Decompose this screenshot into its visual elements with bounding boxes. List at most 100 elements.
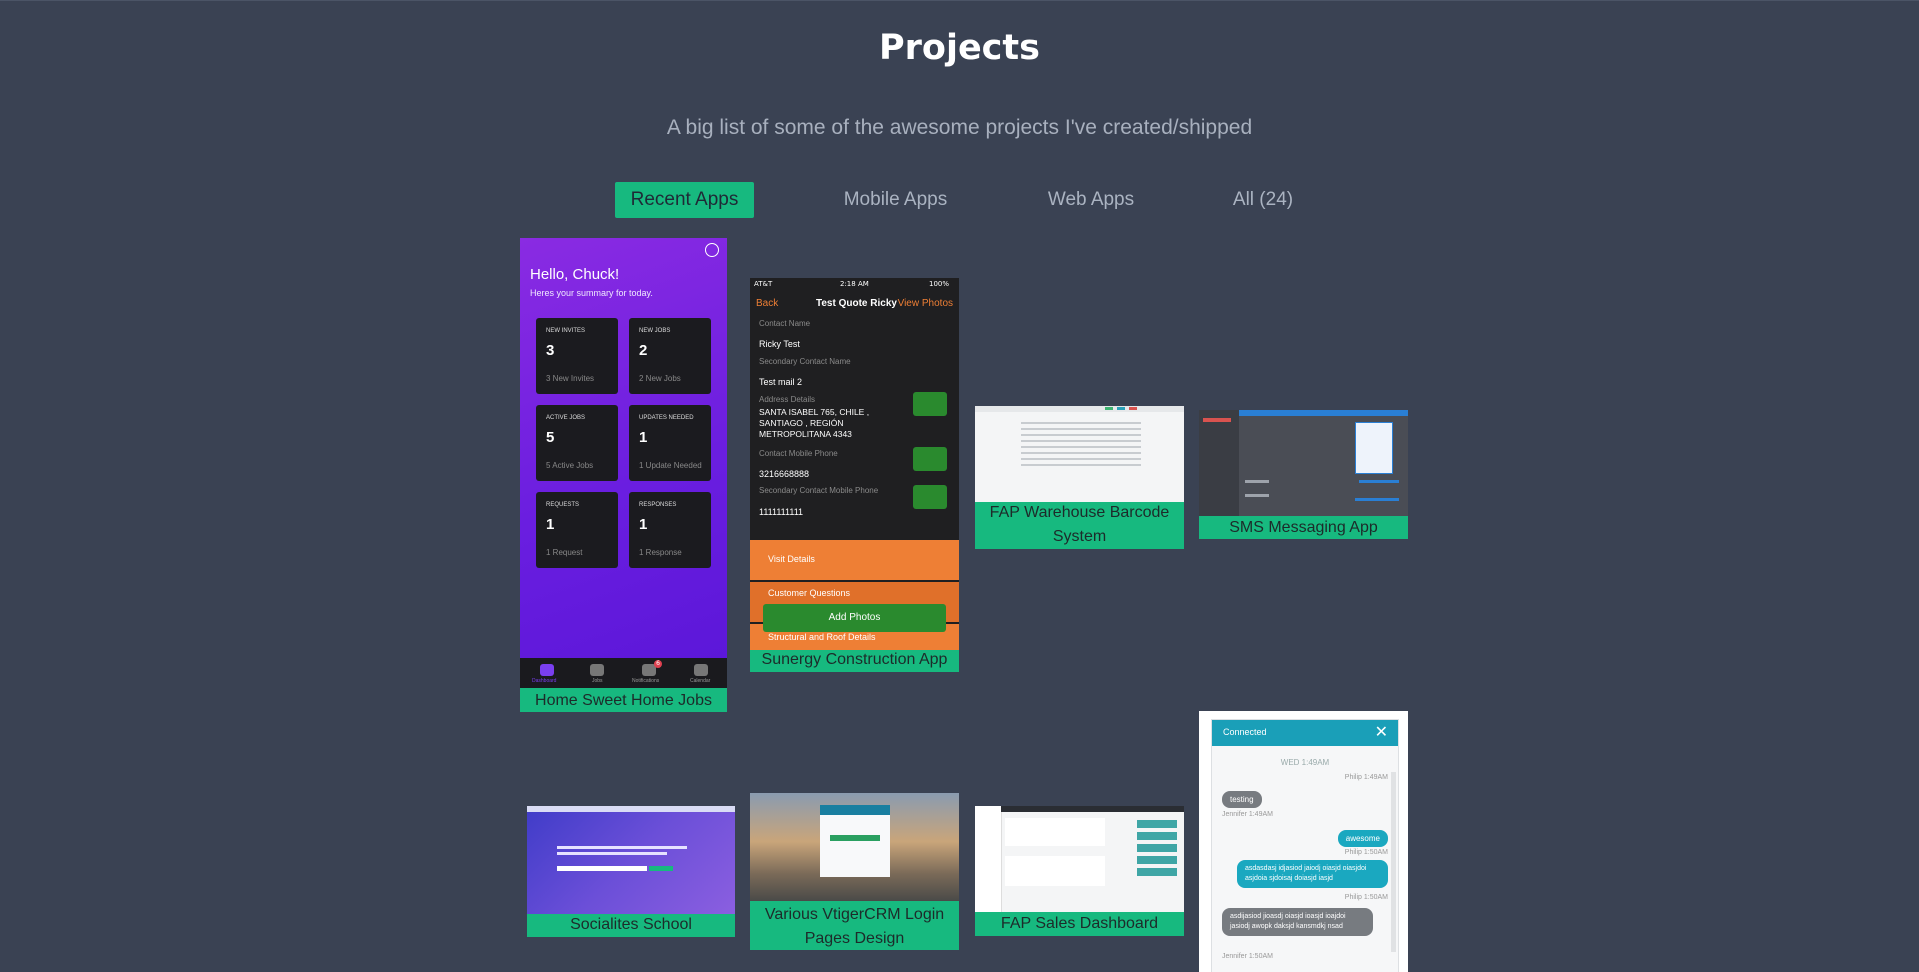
- page-subtitle: A big list of some of the awesome projec…: [666, 116, 1253, 139]
- tile-new-jobs: NEW JOBS 2 2 New Jobs: [629, 318, 711, 394]
- back-link: Back: [756, 298, 779, 309]
- project-card-chat-widget[interactable]: Connected ✕ WED 1:49AM Philip 1:49AM tes…: [1199, 711, 1408, 972]
- chat-day: WED 1:49AM: [1280, 758, 1330, 767]
- view-photos-link: View Photos: [897, 298, 953, 309]
- row-label: Customer Questions: [768, 588, 851, 598]
- project-card-sms-messaging[interactable]: SMS Messaging App: [1199, 410, 1408, 539]
- profile-icon: [705, 243, 719, 257]
- field-label: Secondary Contact Name: [759, 357, 851, 366]
- stat-box: [1137, 856, 1177, 864]
- tile-sub: 1 Request: [546, 548, 583, 557]
- project-screenshot: [975, 406, 1184, 502]
- tile-requests: REQUESTS 1 1 Request: [536, 492, 618, 568]
- message-meta: Jennifer 1:49AM: [1222, 811, 1273, 818]
- message-meta: Philip 1:49AM: [1344, 774, 1388, 781]
- tab-label-dashboard: Dashboard: [532, 678, 557, 684]
- sidebar: [1199, 410, 1239, 516]
- clock: 2:18 AM: [840, 280, 869, 288]
- tile-new-invites: NEW INVITES 3 3 New Invites: [536, 318, 618, 394]
- tile-count: 1: [639, 516, 648, 533]
- tile-title: NEW INVITES: [546, 328, 586, 334]
- project-title: FAP Warehouse Barcode System: [989, 504, 1170, 545]
- project-screenshot: Connected ✕ WED 1:49AM Philip 1:49AM tes…: [1199, 711, 1408, 972]
- jobs-icon: [590, 664, 604, 676]
- project-screenshot: Hello, Chuck! Heres your summary for tod…: [520, 238, 727, 688]
- call-button: [913, 447, 947, 471]
- stat-box: [1137, 820, 1177, 828]
- signup-input: [557, 866, 647, 871]
- row-label: Visit Details: [768, 554, 815, 564]
- table-row: [1021, 464, 1141, 466]
- chat-status: Connected: [1223, 727, 1267, 737]
- message-bubble: awesome: [1337, 830, 1388, 847]
- row-visit-details: Visit Details: [750, 540, 959, 580]
- sales-chart: [1005, 818, 1105, 846]
- navigate-button: [913, 392, 947, 416]
- carrier: AT&T: [754, 280, 773, 288]
- field-label: Secondary Contact Mobile Phone: [759, 486, 879, 495]
- filter-tabs: Recent Apps Mobile Apps Web Apps All (24…: [0, 182, 1919, 218]
- table-row: [1021, 452, 1141, 454]
- tile-sub: 1 Update Needed: [639, 461, 702, 470]
- table-row: [1021, 434, 1141, 436]
- project-card-vtiger[interactable]: Various VtigerCRM Login Pages Design: [750, 793, 959, 950]
- tile-title: RESPONSES: [639, 502, 677, 508]
- login-button: [830, 835, 880, 841]
- hero-text: [557, 852, 667, 855]
- tab-all[interactable]: All (24): [1222, 182, 1304, 218]
- tab-web-apps[interactable]: Web Apps: [1030, 182, 1152, 218]
- message-bubble: [1245, 480, 1269, 483]
- message-bubble: testing: [1222, 791, 1262, 808]
- message-bubble: [1245, 494, 1269, 497]
- tab-mobile-apps[interactable]: Mobile Apps: [828, 182, 963, 218]
- scrollbar: [1391, 772, 1396, 952]
- project-card-socialites[interactable]: Socialites School: [527, 806, 735, 937]
- tile-responses: RESPONSES 1 1 Response: [629, 492, 711, 568]
- signup-button: [649, 866, 673, 871]
- tile-title: NEW JOBS: [639, 328, 671, 334]
- field-value: 3216668888: [759, 469, 810, 479]
- hero-text: [557, 846, 687, 849]
- row-label: Structural and Roof Details: [768, 632, 876, 642]
- app-header: [975, 406, 1184, 412]
- tab-recent-apps[interactable]: Recent Apps: [615, 182, 754, 218]
- page-title: Projects: [878, 28, 1040, 68]
- stat-box: [1137, 868, 1177, 876]
- message-bubble: [1359, 480, 1399, 483]
- tile-count: 5: [546, 429, 555, 446]
- popup-window: [1355, 422, 1393, 474]
- table-row: [1021, 422, 1141, 424]
- site-nav: [527, 806, 735, 812]
- tile-sub: 2 New Jobs: [639, 374, 681, 383]
- message-bubble: asdasdasj idjasiod jaiodj oiasjd oiasjdo…: [1237, 860, 1388, 888]
- field-value: Ricky Test: [759, 339, 800, 349]
- project-title: Sunergy Construction App: [761, 651, 948, 668]
- tile-title: UPDATES NEEDED: [639, 415, 694, 421]
- project-card-sunergy[interactable]: AT&T 2:18 AM 100% Back Test Quote Ricky …: [750, 278, 959, 672]
- message-bubble: [1355, 498, 1399, 501]
- message-meta: Philip 1:50AM: [1344, 894, 1388, 901]
- tab-label-notifications: Notifications: [632, 678, 660, 684]
- tile-sub: 1 Response: [639, 548, 682, 557]
- project-title: Various VtigerCRM Login Pages Design: [764, 906, 945, 947]
- header-button: [1105, 407, 1113, 410]
- greeting: Hello, Chuck!: [530, 266, 620, 283]
- tile-sub: 3 New Invites: [546, 374, 595, 383]
- tile-count: 1: [546, 516, 555, 533]
- nav-title: Test Quote Ricky: [816, 298, 897, 309]
- project-screenshot: [975, 806, 1184, 912]
- tile-count: 2: [639, 342, 648, 359]
- app-header: [1239, 410, 1408, 416]
- app-header: [1001, 806, 1184, 812]
- table-row: [1021, 428, 1141, 430]
- project-card-fap-warehouse[interactable]: FAP Warehouse Barcode System: [975, 406, 1184, 549]
- close-icon: ✕: [1374, 722, 1388, 741]
- table-row: [1021, 440, 1141, 442]
- dashboard-icon: [540, 664, 554, 676]
- project-screenshot: [750, 793, 959, 901]
- login-form: [820, 805, 890, 877]
- project-card-home-sweet-home[interactable]: Hello, Chuck! Heres your summary for tod…: [520, 238, 727, 712]
- project-card-fap-sales[interactable]: FAP Sales Dashboard: [975, 806, 1184, 936]
- project-screenshot: AT&T 2:18 AM 100% Back Test Quote Ricky …: [750, 278, 959, 650]
- field-value: SANTA ISABEL 765, CHILE , SANTIAGO , REG…: [759, 407, 870, 439]
